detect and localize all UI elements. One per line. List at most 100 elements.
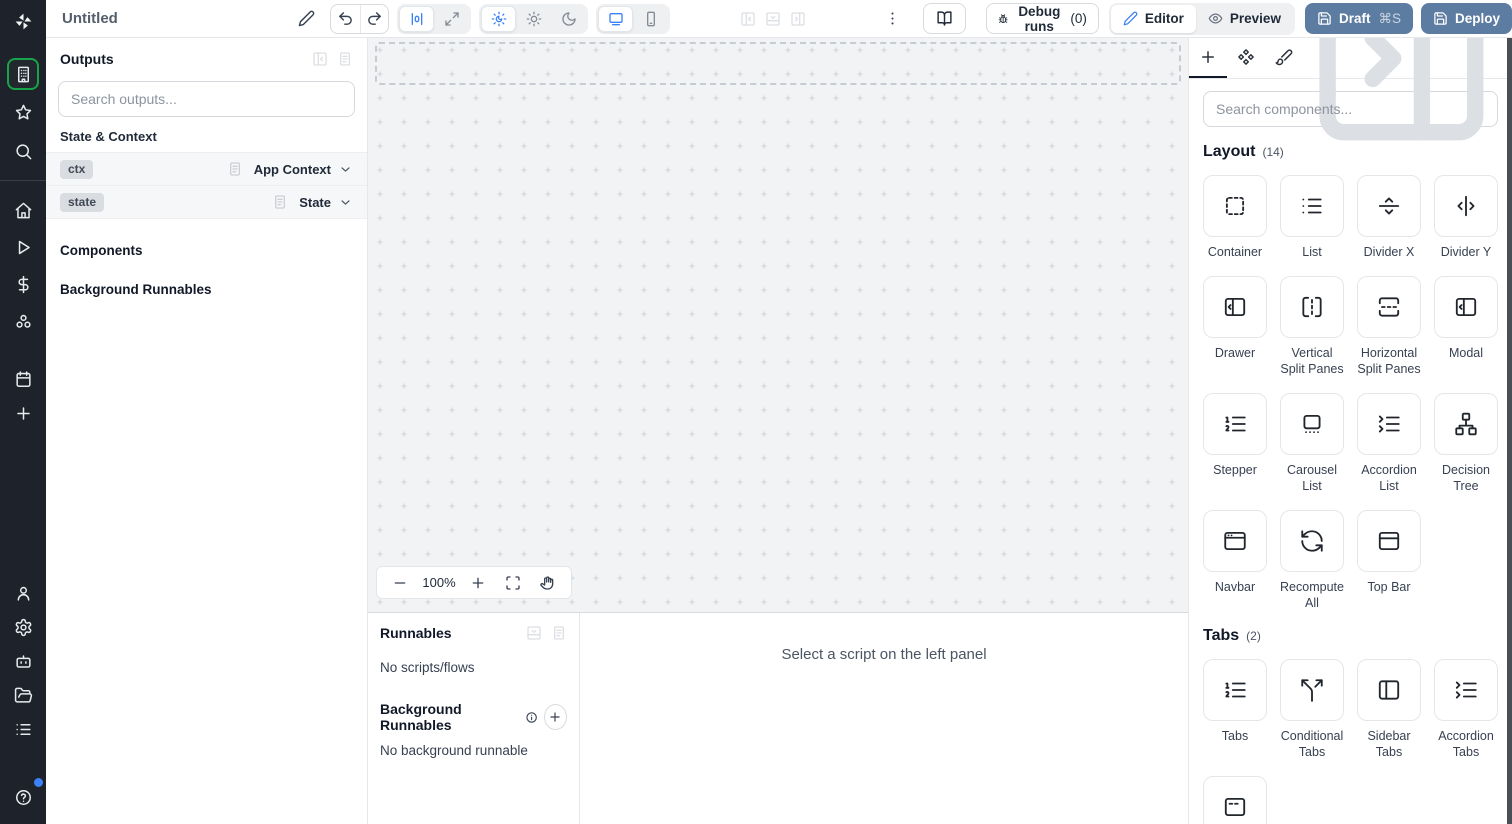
topbar: Untitled Debug runs (0) Editor Preview D… (46, 0, 1512, 38)
sidebar-item-search[interactable] (6, 134, 40, 168)
component-card-tree[interactable] (1434, 393, 1498, 455)
pan-button[interactable] (534, 570, 560, 596)
component-card-accordion[interactable] (1434, 659, 1498, 721)
component-card-drawer[interactable] (1203, 276, 1267, 338)
component-cell: Accordion List (1357, 393, 1421, 494)
chevron-down-icon[interactable] (338, 195, 353, 210)
history-group (330, 3, 390, 34)
component-label: Navbar (1214, 580, 1256, 594)
topbar-comp-icon (1376, 528, 1402, 554)
bot-icon (14, 652, 33, 671)
sidebar-item-add[interactable] (6, 396, 40, 430)
component-card-recompute[interactable] (1280, 510, 1344, 572)
component-card-divider-y[interactable] (1434, 175, 1498, 237)
outputs-panel: Outputs State & Context ctx App Context … (46, 38, 368, 824)
theme-auto-button[interactable] (481, 5, 517, 32)
toggle-right-panel-icon[interactable] (790, 11, 806, 27)
deploy-button[interactable]: Deploy (1420, 3, 1512, 34)
editor-tab[interactable]: Editor (1110, 4, 1196, 33)
component-card-branch[interactable] (1280, 659, 1344, 721)
full-width-button[interactable] (434, 6, 469, 32)
script-editor-placeholder: Select a script on the left panel (781, 646, 987, 663)
sidebar-item-workers[interactable] (6, 644, 40, 678)
theme-light-button[interactable] (516, 6, 551, 32)
zoom-out-button[interactable] (387, 570, 413, 596)
divider-y-icon (1453, 193, 1479, 219)
add-background-runnable-button[interactable] (543, 704, 567, 730)
component-card-invisible-tabs[interactable] (1203, 776, 1267, 824)
smartphone-icon (643, 11, 659, 27)
collapse-runnables-icon[interactable] (526, 625, 542, 641)
desktop-view-button[interactable] (598, 5, 634, 32)
toggle-left-panel-icon[interactable] (740, 11, 756, 27)
runnables-doc-icon[interactable] (551, 625, 567, 641)
collapse-outputs-icon[interactable] (312, 51, 328, 67)
debug-runs-button[interactable]: Debug runs (0) (985, 3, 1099, 34)
background-runnables-title: Background Runnables (380, 701, 462, 733)
toggle-bottom-panel-icon[interactable] (765, 11, 781, 27)
sidebar-item-logs[interactable] (6, 712, 40, 746)
sidebar-item-user[interactable] (6, 576, 40, 610)
device-toggle (596, 3, 671, 34)
tab-styling[interactable] (1265, 38, 1303, 78)
vsplit-icon (1299, 294, 1325, 320)
plus-icon (14, 404, 33, 423)
tab-insert-component[interactable] (1189, 38, 1228, 78)
component-cell (1203, 776, 1267, 824)
component-card-stepper[interactable] (1203, 393, 1267, 455)
centered-layout-button[interactable] (399, 5, 435, 32)
sidebar-item-runs[interactable] (6, 230, 40, 264)
component-card-divider-x[interactable] (1357, 175, 1421, 237)
runnables-empty-text: No scripts/flows (380, 660, 475, 675)
sidebar-item-apps[interactable] (7, 58, 39, 90)
component-card-carousel[interactable] (1280, 393, 1344, 455)
runnables-title: Runnables (380, 625, 452, 641)
app-canvas[interactable]: 100% (368, 38, 1188, 612)
tree-icon (1453, 411, 1479, 437)
component-card-accordion[interactable] (1357, 393, 1421, 455)
empty-grid-dropzone[interactable] (375, 42, 1181, 85)
help-button[interactable] (6, 778, 43, 814)
undo-button[interactable] (331, 5, 359, 33)
zoom-in-button[interactable] (465, 570, 491, 596)
tab-component-settings[interactable] (1227, 38, 1265, 78)
sidebar-item-folders[interactable] (6, 678, 40, 712)
mobile-view-button[interactable] (633, 6, 668, 32)
theme-dark-button[interactable] (551, 6, 586, 32)
state-row[interactable]: state State (46, 186, 367, 219)
ctx-row[interactable]: ctx App Context (46, 153, 367, 186)
undo-icon (337, 10, 354, 27)
preview-tab[interactable]: Preview (1196, 5, 1293, 33)
component-card-list[interactable] (1280, 175, 1344, 237)
rename-app-button[interactable] (296, 5, 317, 33)
component-label: Container (1207, 245, 1263, 259)
draft-button[interactable]: Draft ⌘S (1304, 3, 1413, 34)
component-card-navbar[interactable] (1203, 510, 1267, 572)
component-card-container[interactable] (1203, 175, 1267, 237)
search-outputs-input[interactable] (58, 81, 355, 117)
component-card-sidebar-tabs[interactable] (1357, 659, 1421, 721)
windmill-logo[interactable] (0, 0, 46, 42)
sidebar-item-resources[interactable] (6, 304, 40, 338)
component-card-vsplit[interactable] (1280, 276, 1344, 338)
component-card-modal[interactable] (1434, 276, 1498, 338)
sidebar-item-schedules[interactable] (6, 362, 40, 396)
sidebar-item-settings[interactable] (6, 610, 40, 644)
collapse-right-panel-icon[interactable] (1303, 38, 1500, 156)
right-panel-scrollbar[interactable] (1507, 38, 1512, 824)
sidebar-item-home[interactable] (6, 193, 40, 227)
component-card-topbar-comp[interactable] (1357, 510, 1421, 572)
docs-button[interactable] (922, 3, 966, 34)
chevron-down-icon[interactable] (338, 162, 353, 177)
branch-icon (1299, 677, 1325, 703)
sidebar-item-variables[interactable] (6, 267, 40, 301)
component-label: Carousel List (1286, 463, 1338, 493)
component-card-hsplit[interactable] (1357, 276, 1421, 338)
sidebar-item-favorites[interactable] (6, 95, 40, 129)
more-menu-button[interactable] (882, 5, 903, 33)
fit-view-button[interactable] (500, 570, 526, 596)
book-open-icon (936, 10, 953, 27)
outputs-doc-icon[interactable] (337, 51, 353, 67)
redo-button[interactable] (359, 4, 389, 33)
component-card-stepper[interactable] (1203, 659, 1267, 721)
